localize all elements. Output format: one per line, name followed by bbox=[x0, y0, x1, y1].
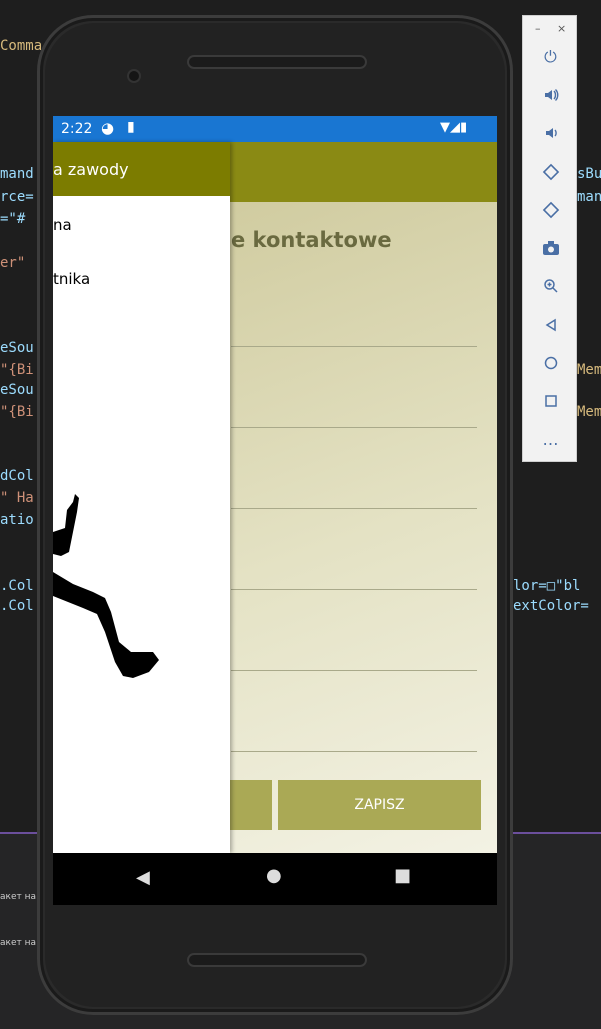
code-line: mand bbox=[0, 166, 34, 182]
nav-home-button[interactable]: ● bbox=[266, 865, 282, 886]
emulator-toolbar: – × ⏻ … bbox=[522, 15, 577, 462]
field-underline bbox=[231, 346, 477, 347]
code-line: eSou bbox=[0, 382, 34, 398]
camera-icon[interactable] bbox=[523, 233, 578, 263]
field-underline bbox=[231, 751, 477, 752]
ide-output-line: акет на bbox=[0, 938, 36, 948]
drawer-item[interactable]: na bbox=[53, 216, 72, 234]
notification-icon: ◕ bbox=[101, 119, 115, 137]
code-line: Comma bbox=[0, 38, 43, 54]
ide-code-left: Comma mand rce= ="# er" eSou "{Bi eSou "… bbox=[0, 38, 42, 614]
code-line: lor=□"bl bbox=[513, 578, 581, 594]
field-underline bbox=[231, 589, 477, 590]
device-screen: 2:22 ◕ ▮ ▼◢▮ e kontaktowe ZAPISZ a zawod… bbox=[53, 116, 497, 905]
field-underline bbox=[231, 508, 477, 509]
code-line: dCol bbox=[0, 468, 34, 484]
rotate-right-icon[interactable] bbox=[523, 195, 578, 225]
code-line: extColor= bbox=[513, 598, 589, 614]
minimize-button[interactable]: – bbox=[535, 22, 541, 35]
ide-output-line: акет на bbox=[0, 892, 36, 902]
page-title: e kontaktowe bbox=[231, 228, 392, 252]
code-line: rce= bbox=[0, 189, 34, 205]
code-line: Mem bbox=[577, 404, 601, 420]
code-line: "{Bi bbox=[0, 362, 34, 378]
volume-down-icon[interactable] bbox=[523, 118, 578, 148]
bottom-speaker bbox=[187, 953, 367, 967]
sd-card-icon: ▮ bbox=[127, 119, 135, 135]
overview-icon[interactable] bbox=[523, 386, 578, 416]
field-underline bbox=[231, 427, 477, 428]
save-button[interactable]: ZAPISZ bbox=[278, 780, 481, 830]
signal-battery-icons: ▼◢▮ bbox=[440, 120, 468, 135]
code-line: er" bbox=[0, 255, 26, 271]
code-line: ="# bbox=[0, 211, 26, 227]
code-line: eSou bbox=[0, 340, 34, 356]
code-line: .Col bbox=[0, 578, 34, 594]
field-underline bbox=[231, 670, 477, 671]
navigation-bar: ◀ ● ■ bbox=[53, 853, 497, 905]
drawer-header: a zawody bbox=[53, 142, 230, 196]
back-icon[interactable] bbox=[523, 310, 578, 340]
rotate-left-icon[interactable] bbox=[523, 157, 578, 187]
zoom-icon[interactable] bbox=[523, 271, 578, 301]
drawer-item[interactable]: tnika bbox=[53, 270, 90, 288]
status-bar: 2:22 ◕ ▮ ▼◢▮ bbox=[53, 116, 497, 142]
nav-recents-button[interactable]: ■ bbox=[394, 865, 411, 886]
status-time: 2:22 bbox=[61, 121, 93, 137]
more-icon[interactable]: … bbox=[523, 424, 578, 454]
code-line: atio bbox=[0, 512, 34, 528]
home-icon[interactable] bbox=[523, 348, 578, 378]
front-camera bbox=[129, 71, 139, 81]
code-line: "{Bi bbox=[0, 404, 34, 420]
drawer-title: a zawody bbox=[53, 160, 129, 179]
code-line: man bbox=[577, 189, 601, 205]
nav-back-button[interactable]: ◀ bbox=[136, 867, 150, 888]
volume-up-icon[interactable] bbox=[523, 80, 578, 110]
navigation-drawer: a zawody na tnika bbox=[53, 142, 230, 853]
top-speaker bbox=[187, 55, 367, 69]
power-icon[interactable]: ⏻ bbox=[523, 42, 578, 72]
code-line: sBu bbox=[577, 166, 601, 182]
code-line: " Ha bbox=[0, 490, 34, 506]
code-line: Mem bbox=[577, 362, 601, 378]
runner-image bbox=[53, 494, 159, 678]
code-line: .Col bbox=[0, 598, 34, 614]
close-button[interactable]: × bbox=[557, 22, 566, 35]
